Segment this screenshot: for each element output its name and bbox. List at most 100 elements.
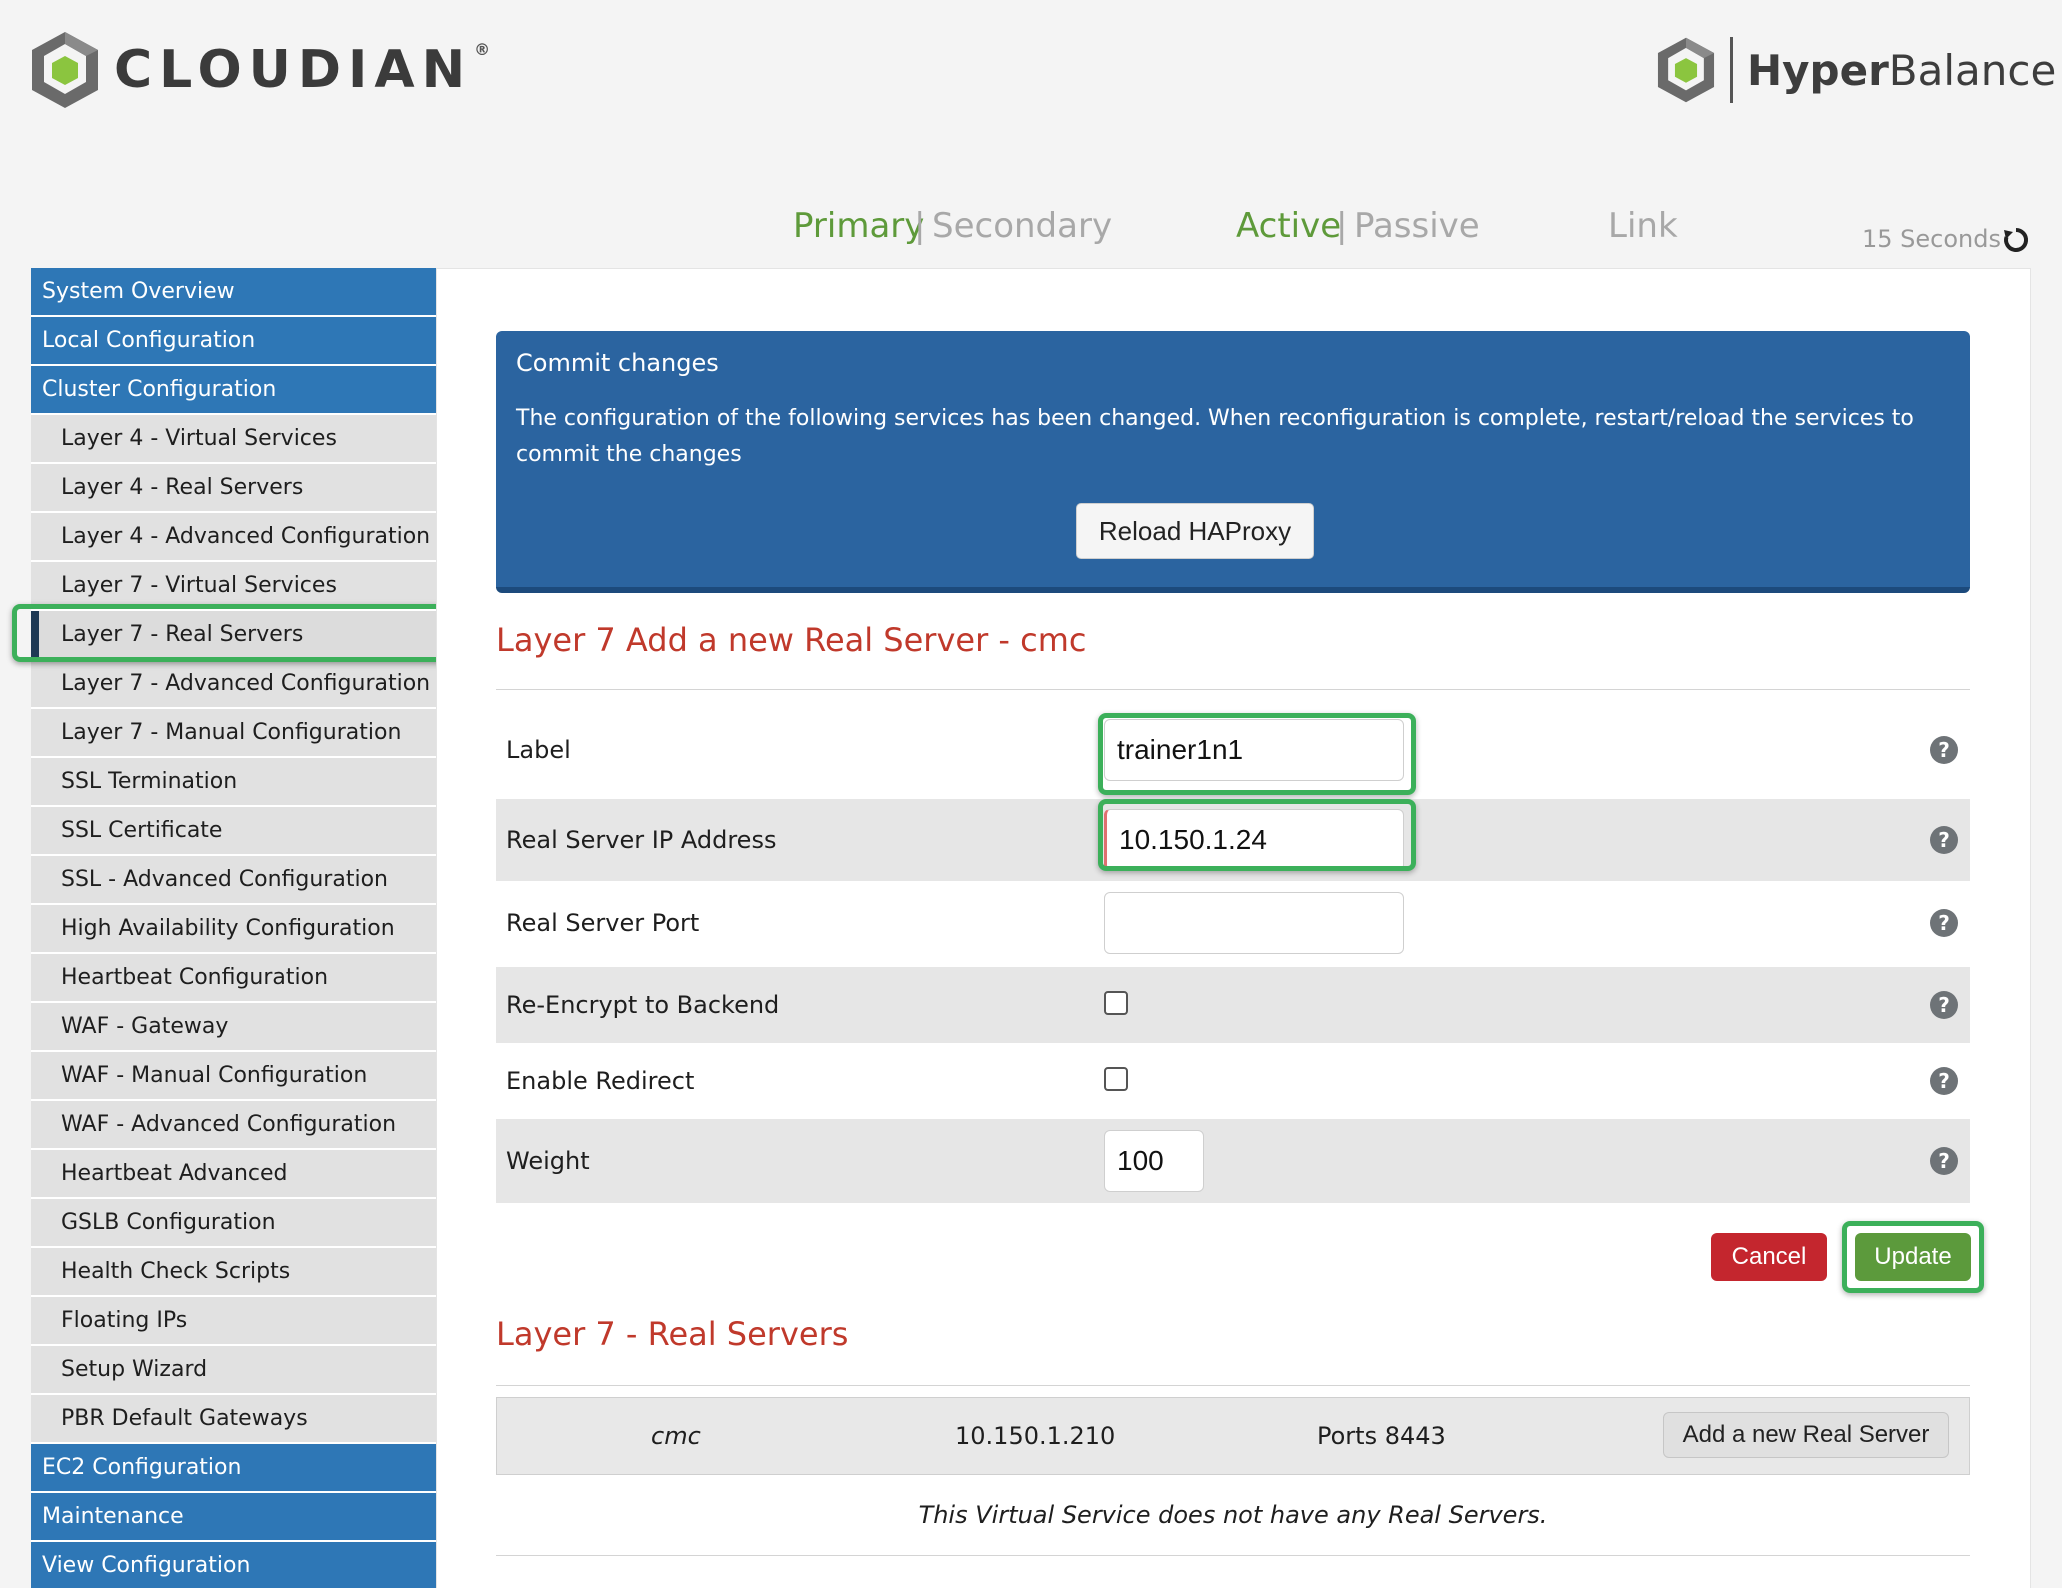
sidebar-item-layer-4-real-servers[interactable]: Layer 4 - Real Servers: [31, 464, 436, 513]
sidebar-item-heartbeat-configuration[interactable]: Heartbeat Configuration: [31, 954, 436, 1003]
hyperbalance-logo: HyperBalance: [1656, 36, 2056, 104]
status-passive[interactable]: Passive: [1354, 206, 1480, 246]
label-input[interactable]: [1104, 719, 1404, 781]
weight-field-label: Weight: [506, 1147, 590, 1175]
sidebar-item-health-check-scripts[interactable]: Health Check Scripts: [31, 1248, 436, 1297]
status-link[interactable]: Link: [1608, 206, 1678, 246]
vs-ports: Ports 8443: [1317, 1422, 1446, 1450]
sidebar-item-heartbeat-advanced[interactable]: Heartbeat Advanced: [31, 1150, 436, 1199]
redirect-checkbox[interactable]: [1104, 1067, 1128, 1091]
refresh-interval[interactable]: 15 Seconds: [1862, 225, 2001, 253]
help-icon[interactable]: ?: [1930, 1067, 1958, 1095]
sidebar-item-waf-gateway[interactable]: WAF - Gateway: [31, 1003, 436, 1052]
help-icon[interactable]: ?: [1930, 991, 1958, 1019]
sidebar-item-ssl-certificate[interactable]: SSL Certificate: [31, 807, 436, 856]
sidebar-item-layer-4-virtual-services[interactable]: Layer 4 - Virtual Services: [31, 415, 436, 464]
sidebar-item-label: Floating IPs: [61, 1308, 188, 1333]
reencrypt-field-label: Re-Encrypt to Backend: [506, 991, 780, 1019]
sidebar-item-system-overview[interactable]: System Overview: [31, 268, 436, 317]
reload-haproxy-button[interactable]: Reload HAProxy: [1076, 503, 1314, 559]
sidebar-item-maintenance[interactable]: Maintenance: [31, 1493, 436, 1542]
cloudian-wordmark: CLOUDIAN ®: [114, 40, 498, 100]
sidebar-item-label: Layer 4 - Real Servers: [61, 475, 304, 500]
form-row-ip: Real Server IP Address ?: [496, 799, 1970, 881]
help-icon[interactable]: ?: [1930, 909, 1958, 937]
virtual-service-header: cmc 10.150.1.210 Ports 8443 Add a new Re…: [496, 1397, 1970, 1475]
sidebar-item-label: Heartbeat Configuration: [61, 965, 329, 990]
sidebar-item-label: Heartbeat Advanced: [61, 1161, 288, 1186]
sidebar-item-label: WAF - Manual Configuration: [61, 1063, 368, 1088]
label-field-label: Label: [506, 736, 571, 764]
update-button[interactable]: Update: [1855, 1233, 1971, 1281]
sidebar-item-ssl-advanced-configuration[interactable]: SSL - Advanced Configuration: [31, 856, 436, 905]
sidebar-item-view-configuration[interactable]: View Configuration: [31, 1542, 436, 1588]
status-primary[interactable]: Primary: [793, 206, 924, 246]
cloudian-cube-icon: [32, 32, 98, 108]
reencrypt-checkbox[interactable]: [1104, 991, 1128, 1015]
help-icon[interactable]: ?: [1930, 1147, 1958, 1175]
sidebar-item-label: Health Check Scripts: [61, 1259, 291, 1284]
sidebar-item-layer-7-real-servers[interactable]: Layer 7 - Real Servers: [31, 611, 436, 660]
sidebar-item-label: Cluster Configuration: [42, 377, 277, 402]
form-row-reencrypt: Re-Encrypt to Backend ?: [496, 967, 1970, 1043]
ip-address-input[interactable]: [1104, 809, 1404, 871]
form-row-port: Real Server Port ?: [496, 881, 1970, 965]
cloudian-logo: CLOUDIAN ®: [30, 30, 497, 110]
empty-real-servers-message: This Virtual Service does not have any R…: [918, 1501, 1548, 1529]
sidebar-item-label: System Overview: [42, 279, 235, 304]
commit-changes-banner: Commit changes The configuration of the …: [496, 331, 1970, 593]
add-real-server-button[interactable]: Add a new Real Server: [1663, 1412, 1949, 1458]
sidebar-item-layer-7-manual-configuration[interactable]: Layer 7 - Manual Configuration: [31, 709, 436, 758]
hyperbalance-wordmark: HyperBalance: [1747, 45, 2057, 95]
sidebar-item-label: EC2 Configuration: [42, 1455, 242, 1480]
sidebar-item-floating-ips[interactable]: Floating IPs: [31, 1297, 436, 1346]
sidebar-item-label: WAF - Advanced Configuration: [61, 1112, 397, 1137]
sidebar-item-label: WAF - Gateway: [61, 1014, 229, 1039]
help-icon[interactable]: ?: [1930, 826, 1958, 854]
ip-field-label: Real Server IP Address: [506, 826, 777, 854]
sidebar-item-label: Layer 7 - Manual Configuration: [61, 720, 402, 745]
sidebar-item-label: High Availability Configuration: [61, 916, 395, 941]
sidebar-item-label: Local Configuration: [42, 328, 256, 353]
sidebar-item-label: Layer 4 - Advanced Configuration: [61, 524, 431, 549]
cluster-status-bar: Primary | Secondary Active | Passive Lin…: [0, 206, 2062, 256]
sidebar-item-label: Setup Wizard: [61, 1357, 208, 1382]
refresh-icon[interactable]: [2002, 226, 2030, 254]
sidebar-item-label: PBR Default Gateways: [61, 1406, 308, 1431]
main-panel: Commit changes The configuration of the …: [436, 268, 2031, 1588]
cancel-button[interactable]: Cancel: [1711, 1233, 1827, 1281]
sidebar-item-high-availability-configuration[interactable]: High Availability Configuration: [31, 905, 436, 954]
sidebar-item-setup-wizard[interactable]: Setup Wizard: [31, 1346, 436, 1395]
sidebar-item-pbr-default-gateways[interactable]: PBR Default Gateways: [31, 1395, 436, 1444]
vs-ip: 10.150.1.210: [955, 1422, 1116, 1450]
sidebar-item-ssl-termination[interactable]: SSL Termination: [31, 758, 436, 807]
port-input[interactable]: [1104, 892, 1404, 954]
sidebar-item-layer-7-virtual-services[interactable]: Layer 7 - Virtual Services: [31, 562, 436, 611]
form-title: Layer 7 Add a new Real Server - cmc: [496, 621, 1087, 659]
commit-message: The configuration of the following servi…: [516, 406, 1914, 467]
sidebar-item-ec2-configuration[interactable]: EC2 Configuration: [31, 1444, 436, 1493]
sidebar-item-cluster-configuration[interactable]: Cluster Configuration: [31, 366, 436, 415]
status-secondary[interactable]: Secondary: [932, 206, 1112, 246]
weight-input[interactable]: [1104, 1130, 1204, 1192]
hyperbalance-cube-icon: [1657, 37, 1715, 103]
sidebar-item-waf-manual-configuration[interactable]: WAF - Manual Configuration: [31, 1052, 436, 1101]
form-row-label: Label ?: [496, 709, 1970, 791]
sidebar-item-label: Maintenance: [42, 1504, 184, 1529]
sidebar-item-waf-advanced-configuration[interactable]: WAF - Advanced Configuration: [31, 1101, 436, 1150]
redirect-field-label: Enable Redirect: [506, 1067, 695, 1095]
form-row-weight: Weight ?: [496, 1119, 1970, 1203]
port-field-label: Real Server Port: [506, 909, 700, 937]
divider: [496, 1385, 1970, 1386]
divider: [496, 689, 1970, 690]
sidebar-item-local-configuration[interactable]: Local Configuration: [31, 317, 436, 366]
sidebar-item-layer-4-advanced-configuration[interactable]: Layer 4 - Advanced Configuration: [31, 513, 436, 562]
sidebar-item-label: SSL - Advanced Configuration: [61, 867, 388, 892]
help-icon[interactable]: ?: [1930, 736, 1958, 764]
real-servers-title: Layer 7 - Real Servers: [496, 1315, 849, 1353]
status-active[interactable]: Active: [1236, 206, 1341, 246]
sidebar-item-layer-7-advanced-configuration[interactable]: Layer 7 - Advanced Configuration: [31, 660, 436, 709]
form-row-redirect: Enable Redirect ?: [496, 1043, 1970, 1119]
sidebar-item-label: SSL Certificate: [61, 818, 223, 843]
sidebar-item-gslb-configuration[interactable]: GSLB Configuration: [31, 1199, 436, 1248]
